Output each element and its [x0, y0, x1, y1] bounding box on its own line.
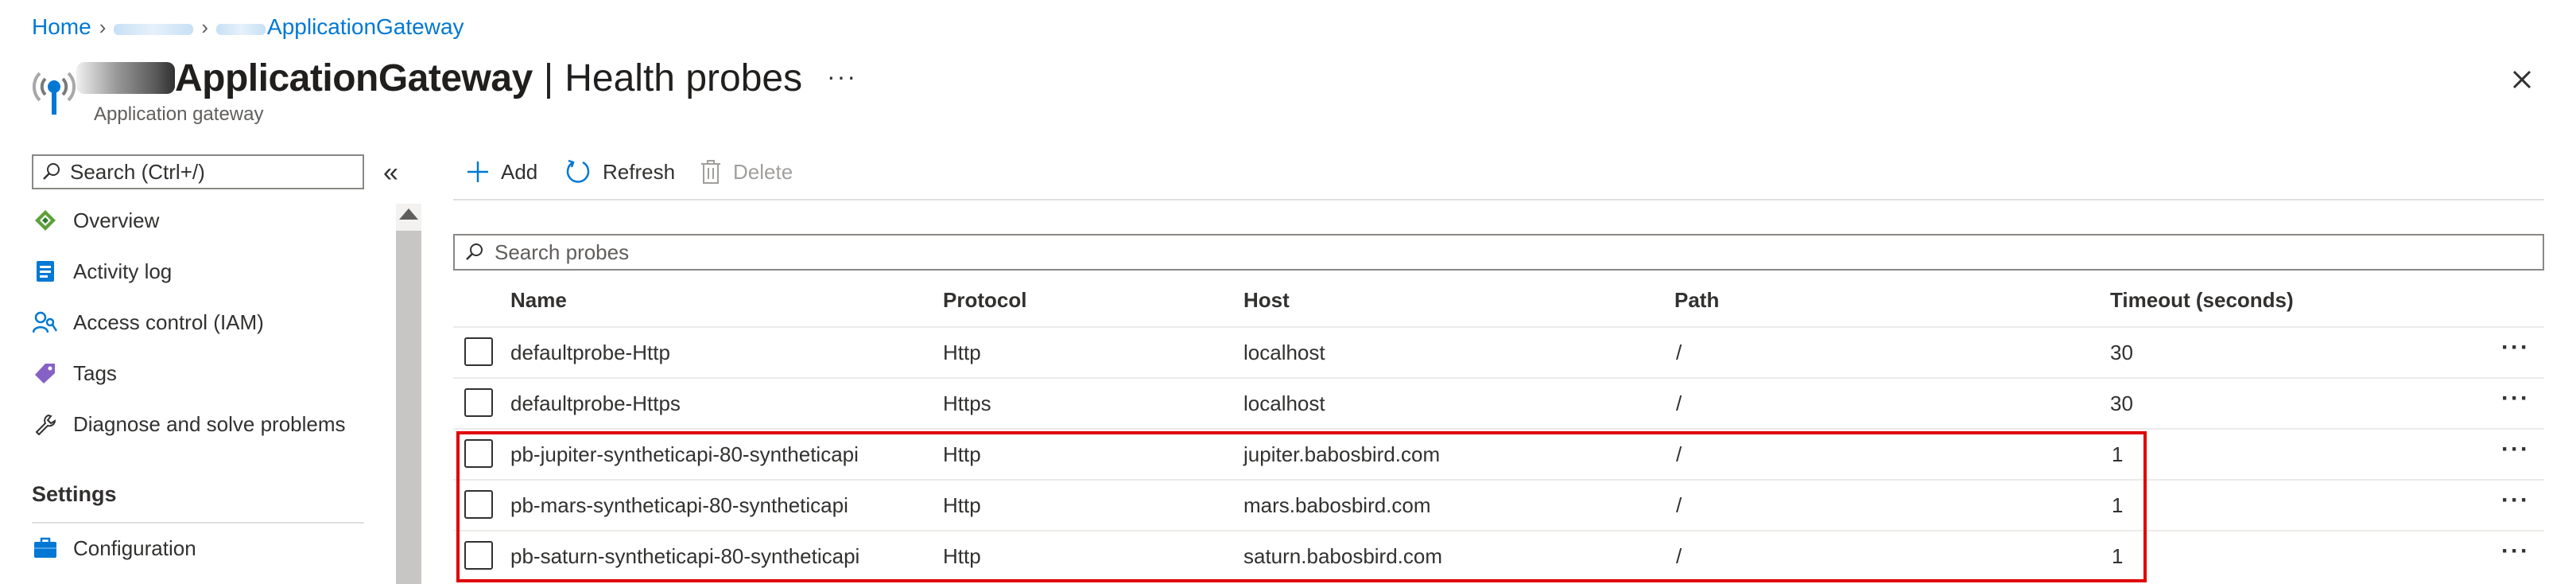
wrench-icon [32, 411, 59, 438]
redacted-title-prefix [76, 62, 175, 94]
column-header-host[interactable]: Host [1243, 288, 1290, 313]
resource-type-subtitle: Application gateway [94, 103, 264, 125]
more-options-icon[interactable]: ··· [827, 62, 857, 91]
sidebar-item-overview[interactable]: Overview [32, 201, 159, 240]
probe-search-input[interactable]: Search probes [453, 234, 2544, 271]
refresh-label: Refresh [603, 159, 676, 184]
toolbar-divider [453, 199, 2544, 201]
iam-icon [32, 309, 59, 336]
refresh-button[interactable]: Refresh [564, 156, 675, 188]
sidebar-item-label: Configuration [73, 535, 196, 560]
nav-search-input[interactable]: Search (Ctrl+/) [32, 154, 364, 189]
highlight-box [456, 431, 2147, 582]
sidebar-item-label: Overview [73, 208, 160, 232]
settings-section-heading: Settings [32, 482, 117, 506]
resource-name: ApplicationGateway [175, 56, 533, 99]
delete-label: Delete [733, 159, 793, 184]
cell-timeout: 30 [2110, 391, 2133, 415]
header-divider [453, 326, 2544, 328]
breadcrumb-redacted-item[interactable] [114, 24, 194, 35]
section-title: Health probes [564, 56, 803, 99]
breadcrumb-redacted-prefix [216, 24, 266, 35]
cell-timeout: 30 [2110, 341, 2133, 364]
overview-icon [32, 207, 59, 234]
chevron-right-icon: › [201, 14, 209, 39]
row-checkbox[interactable] [464, 388, 493, 417]
search-icon [466, 243, 483, 260]
cell-path: / [1676, 391, 1682, 415]
cell-host: localhost [1243, 341, 1325, 364]
cell-host: localhost [1243, 391, 1325, 415]
refresh-icon [564, 158, 592, 185]
column-header-protocol[interactable]: Protocol [943, 288, 1026, 313]
title-separator: | [543, 56, 554, 99]
scroll-up-arrow-icon[interactable] [399, 208, 418, 220]
probe-search-placeholder: Search probes [495, 239, 630, 264]
sidebar-item-activity-log[interactable]: Activity log [32, 251, 172, 291]
sidebar-item-tags[interactable]: Tags [32, 353, 117, 393]
row-more-options-icon[interactable]: ··· [2501, 385, 2530, 412]
row-more-options-icon[interactable]: ··· [2501, 334, 2530, 361]
breadcrumb-home[interactable]: Home [32, 14, 91, 40]
sidebar-item-diagnose[interactable]: Diagnose and solve problems [32, 404, 346, 444]
cell-protocol: Http [943, 341, 981, 364]
sidebar-item-label: Activity log [73, 259, 173, 283]
nav-scrollbar-thumb[interactable] [396, 231, 421, 584]
cell-path: / [1676, 341, 1682, 364]
row-more-options-icon[interactable]: ··· [2501, 436, 2530, 463]
delete-button[interactable]: Delete [700, 156, 793, 188]
row-divider [453, 377, 2544, 379]
collapse-sidebar-icon[interactable]: « [383, 158, 398, 189]
chevron-right-icon: › [99, 14, 107, 39]
sidebar-item-label: Diagnose and solve problems [73, 411, 346, 436]
nav-divider [32, 522, 364, 524]
plus-icon [466, 160, 490, 184]
configuration-icon [32, 535, 59, 562]
cell-name: defaultprobe-Http [510, 341, 670, 364]
nav-search-placeholder: Search (Ctrl+/) [70, 159, 205, 184]
cell-protocol: Https [943, 391, 991, 415]
column-header-name[interactable]: Name [510, 288, 567, 313]
page-title: ApplicationGateway | Health probes [76, 53, 802, 103]
tag-icon [32, 360, 59, 387]
breadcrumb: Home › › ApplicationGateway [32, 11, 464, 43]
activity-log-icon [32, 258, 59, 285]
search-icon [43, 163, 60, 180]
column-header-path[interactable]: Path [1674, 288, 1719, 313]
application-gateway-icon [29, 62, 80, 119]
sidebar-item-label: Tags [73, 360, 117, 385]
add-button[interactable]: Add [466, 156, 537, 188]
column-header-timeout[interactable]: Timeout (seconds) [2110, 288, 2294, 313]
close-icon[interactable] [2506, 64, 2538, 95]
sidebar-item-label: Access control (IAM) [73, 310, 264, 334]
row-checkbox[interactable] [464, 337, 493, 366]
sidebar-item-configuration[interactable]: Configuration [32, 528, 196, 568]
row-more-options-icon[interactable]: ··· [2501, 487, 2530, 514]
sidebar-item-access-control[interactable]: Access control (IAM) [32, 302, 264, 342]
cell-name: defaultprobe-Https [510, 391, 681, 415]
row-divider [453, 428, 2544, 430]
add-label: Add [501, 159, 538, 184]
breadcrumb-current[interactable]: ApplicationGateway [267, 14, 464, 40]
row-more-options-icon[interactable]: ··· [2501, 538, 2530, 565]
trash-icon [700, 159, 722, 185]
